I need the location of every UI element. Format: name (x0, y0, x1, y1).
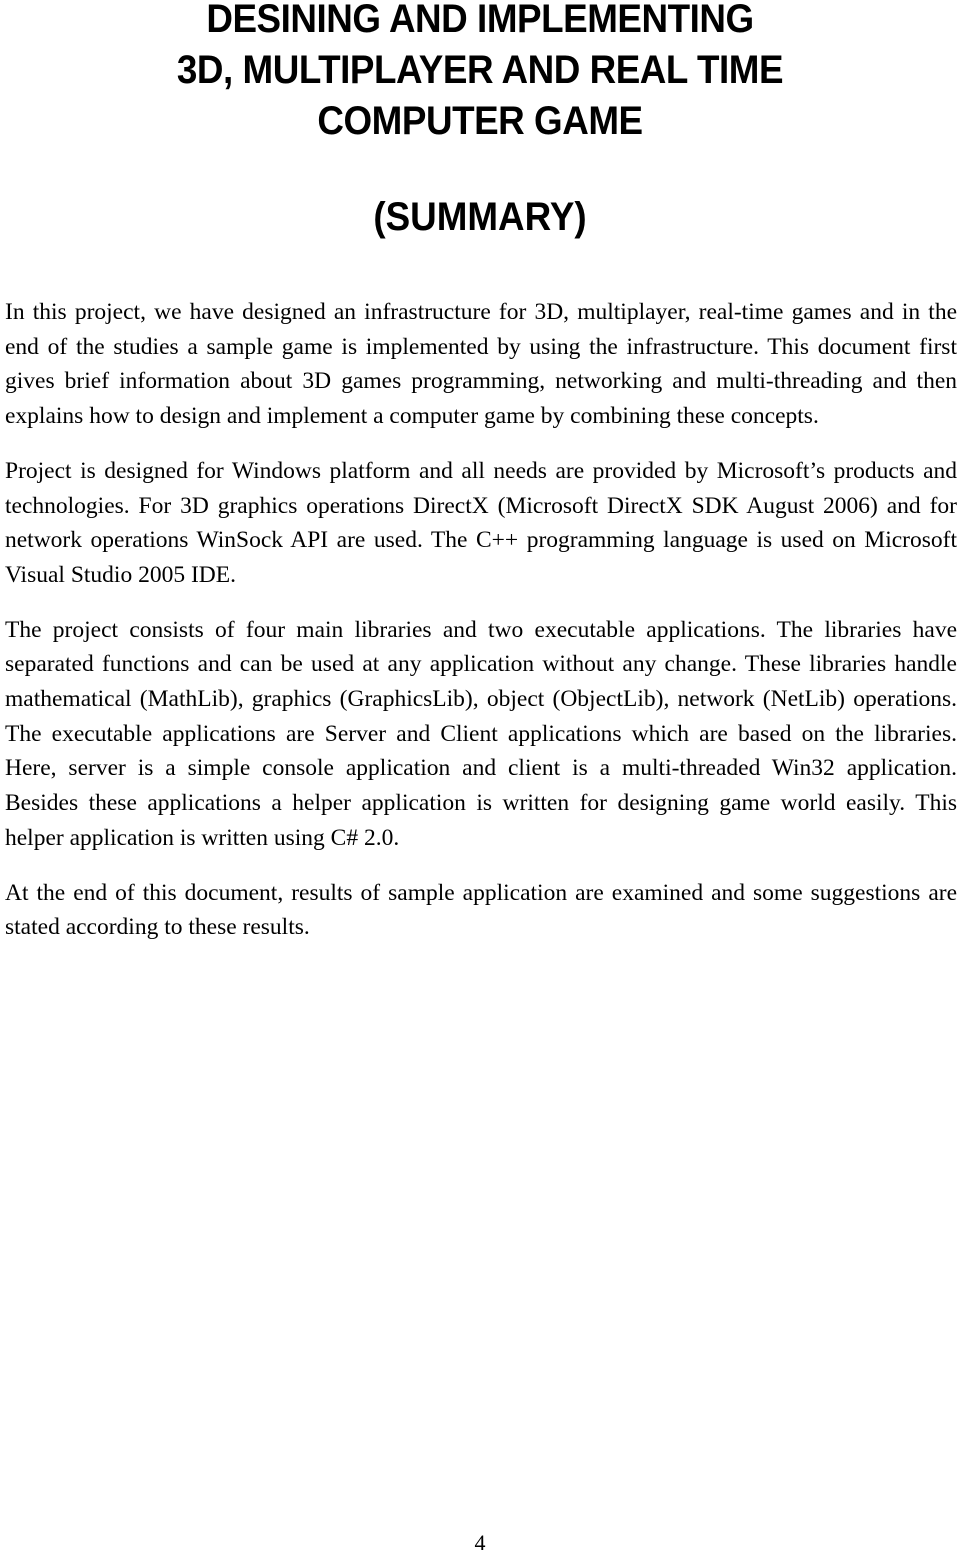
document-subtitle: (SUMMARY) (373, 195, 587, 239)
page-number: 4 (474, 1530, 486, 1555)
title-line-2: 3D, MULTIPLAYER AND REAL TIME (176, 48, 784, 92)
title-line-3: COMPUTER GAME (317, 99, 643, 143)
paragraph-architecture: The project consists of four main librar… (5, 616, 957, 851)
title-line-1: DESINING AND IMPLEMENTING (206, 0, 754, 41)
document-body: In this project, we have designed an inf… (5, 295, 957, 965)
paragraph-conclusion: At the end of this document, results of … (5, 879, 957, 941)
paragraph-platform: Project is designed for Windows platform… (5, 457, 957, 588)
document-title: DESINING AND IMPLEMENTING 3D, MULTIPLAYE… (38, 0, 921, 147)
paragraph-intro: In this project, we have designed an inf… (5, 299, 957, 430)
